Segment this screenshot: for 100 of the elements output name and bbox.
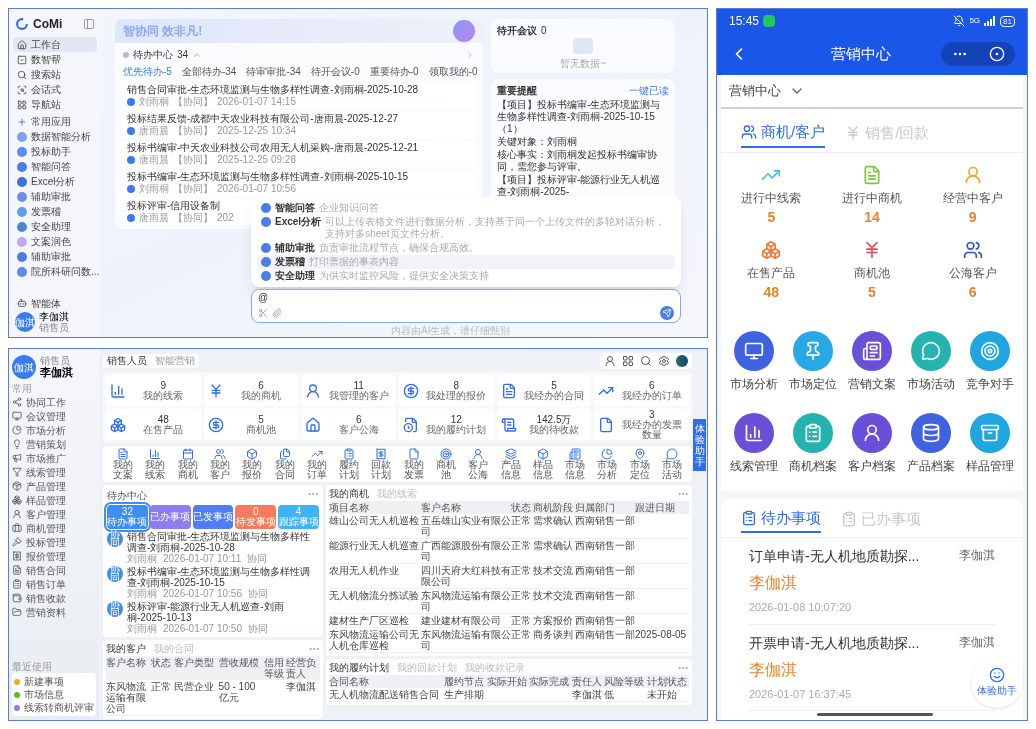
section-title: 常用应用 (31, 115, 71, 129)
agent-description: 企业知识问答 (319, 202, 379, 214)
table-cell: 农用无人机作业 (329, 563, 421, 589)
table-cell: 需求确认 (533, 538, 575, 564)
table-cell: 李伽淇 (571, 688, 605, 702)
status-time: 15:45 (729, 13, 760, 30)
table-cell-text: 广西能源股份有限公司 (421, 539, 511, 564)
stat-label: 商机池 (246, 425, 276, 435)
stat-label: 我的线索 (143, 391, 184, 401)
column-header: 状态 (511, 501, 533, 514)
stat-value: 6 (968, 282, 977, 302)
column-header: 商机阶段 (533, 501, 575, 514)
table-cell: 低 (604, 688, 647, 702)
table-cell: 未开始 (646, 688, 689, 702)
task-time: 202 (217, 212, 234, 224)
user-avatar: 伽淇 (12, 355, 36, 379)
banner-text: 智协同 效非凡! (123, 23, 203, 40)
stat-value: 9 (160, 380, 167, 391)
table-cell: 50 - 100亿元 (218, 680, 264, 716)
badge: 协同 (107, 531, 123, 547)
agent-name: 智能问答 (275, 202, 315, 214)
column-header: 营收规模 (218, 656, 264, 680)
card-title: 待开会议 (497, 24, 537, 38)
table-cell-text: 东风物流运输有限公司 (421, 628, 511, 653)
table-cell: 正常 (511, 563, 533, 589)
stat-label: 客户公海 (338, 425, 379, 435)
column-header: 跟进日期 (635, 501, 689, 514)
battery-indicator: 81 (1000, 15, 1015, 27)
tile-value: 32 (121, 507, 133, 517)
task-time: 2025-12-25 10:34 (217, 125, 296, 137)
task-tag: 【协同】 (173, 96, 213, 108)
todo-count: 34 (177, 48, 189, 62)
tile-label: 已发事项 (193, 512, 233, 522)
column-header: 风险等级 (604, 675, 647, 688)
table-cell: 2025-08-05 (635, 627, 689, 653)
stat-value: 48 (763, 282, 780, 302)
applicant-name: 李伽淇 (749, 573, 797, 593)
agent-name: Excel分析 (275, 216, 322, 228)
task-author: 刘雨桐 (127, 623, 157, 634)
task-time: 2026-01-07 10:56 (217, 183, 296, 195)
table-cell-text: 东风物流运输有限公司 (421, 589, 511, 614)
table-cell: 建业建材有限公司 (421, 613, 511, 628)
agent-name: 安全助理 (275, 270, 315, 282)
task-tag: 【协同】 (173, 125, 213, 137)
task-time: 2026-01-08 10:07:20 (749, 600, 852, 615)
table-cell: 西南销售一部 (575, 514, 635, 539)
column-header: 客户类型 (173, 656, 219, 680)
table-cell: 西南销售一部 (575, 563, 635, 589)
table-cell: 正常 (511, 613, 533, 628)
stat-value: 3 (648, 409, 655, 420)
user-role: 销售员 (39, 322, 69, 333)
tile-label: 待办事项 (107, 517, 148, 527)
reminder-text: 关键对象：刘雨桐 (497, 136, 578, 148)
stat-value: 11 (353, 380, 364, 391)
stat-value: 9 (968, 207, 977, 227)
table-cell: 技术交流 (533, 588, 575, 614)
todo-title: 待办中心 (133, 48, 173, 62)
stat-label: 我的待收款 (529, 425, 579, 435)
column-header: 信用等级 (263, 656, 287, 680)
column-header: 履约节点 (444, 675, 487, 688)
table-cell: 能源行业无人机巡查 (329, 538, 421, 564)
stat-label: 我处理的报价 (426, 391, 487, 401)
stat-value: 14 (864, 207, 880, 227)
column-header: 客户名称 (106, 656, 152, 680)
table-cell: 建材生产厂区巡检 (329, 613, 421, 628)
column-header: 责任人 (571, 675, 605, 688)
applicant-name: 李伽淇 (749, 659, 797, 680)
table-cell: 西南销售一部 (575, 627, 635, 653)
logo-text: CoMi (33, 16, 63, 33)
table-cell: 无人机物流配送销售合同 (329, 688, 445, 702)
task-tag: 协同 (247, 588, 268, 599)
stat-label: 我的商机 (241, 391, 281, 401)
task-time: 2026-01-07 10:50 (163, 623, 242, 634)
table-cell-text: 四川天府大红科技有限公司 (421, 564, 511, 589)
task-author: 唐雨晨 (139, 125, 169, 137)
task-tag: 协同 (247, 553, 268, 564)
task-time: 2026-01-07 10:11 (163, 553, 242, 564)
tile-value: 4 (295, 507, 302, 517)
table-cell: 东风物流运输有限公司 (106, 680, 152, 716)
task-time: 2025-12-25 09:28 (217, 154, 296, 166)
task-owner: 李伽淇 (959, 633, 995, 651)
stat-label: 在售产品 (747, 264, 796, 282)
stat-label: 我的履约计划 (426, 425, 487, 435)
user-avatar: 伽淇 (15, 312, 35, 332)
stat-value: 5 (258, 414, 264, 425)
reminder-text: 【项目】投标书编审-生态环境监测与生物多样性调查-刘雨桐-2025-10-15（1） (497, 99, 662, 135)
agent-description: 打印票据的事表内容 (309, 256, 399, 268)
stat-value: 5 (551, 380, 557, 391)
network-label: 5G (969, 15, 981, 27)
task-time: 2026-01-07 14:15 (217, 96, 296, 108)
task-author: 唐雨晨 (139, 154, 169, 166)
task-author: 刘雨桐 (127, 588, 157, 599)
page-title: 营销中心 (830, 43, 892, 64)
agent-description: 为供实时监控风险，提供安全决策支持 (319, 270, 489, 282)
task-title: 投标评审-能源行业无人机巡查-刘雨桐-2025-10-13 (127, 601, 285, 623)
task-owner: 李伽淇 (959, 547, 995, 564)
card-title: 待办中心 (107, 489, 147, 503)
table-cell: 正常 (511, 514, 533, 539)
stat-label: 我管理的客户 (328, 391, 389, 401)
stat-label: 在售产品 (143, 425, 184, 435)
